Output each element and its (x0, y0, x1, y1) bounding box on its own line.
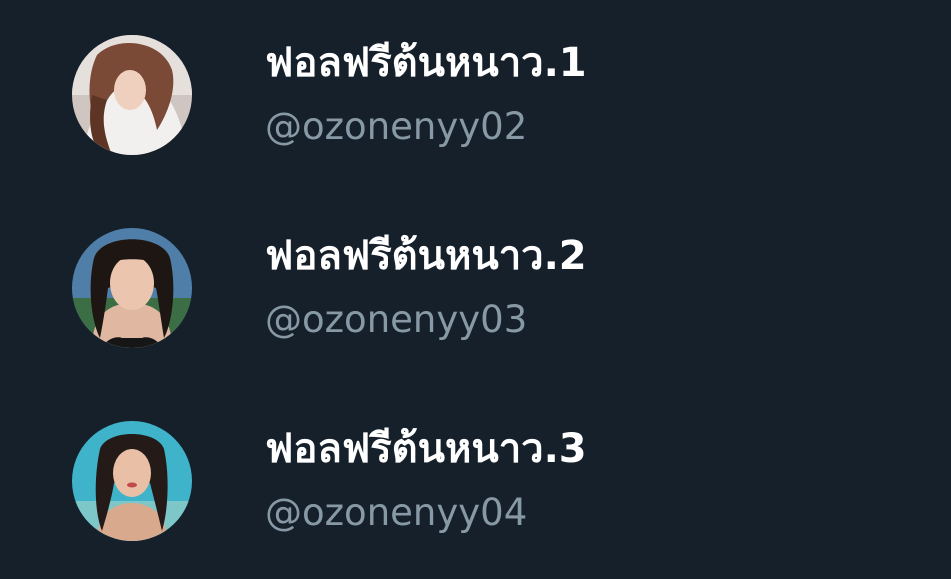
display-name[interactable]: ฟอลฟรีต้นหนาว.1 (265, 41, 587, 85)
avatar[interactable] (72, 421, 192, 541)
username-handle[interactable]: @ozonenyy04 (265, 492, 527, 534)
account-row[interactable]: ฟอลฟรีต้นหนาว.2 @ozonenyy03 (0, 208, 951, 368)
display-name[interactable]: ฟอลฟรีต้นหนาว.2 (265, 234, 587, 278)
profile-photo-icon (72, 228, 192, 348)
profile-photo-icon (72, 421, 192, 541)
account-row[interactable]: ฟอลฟรีต้นหนาว.1 @ozonenyy02 (0, 15, 951, 175)
avatar[interactable] (72, 35, 192, 155)
profile-photo-icon (72, 35, 192, 155)
display-name[interactable]: ฟอลฟรีต้นหนาว.3 (265, 427, 587, 471)
username-handle[interactable]: @ozonenyy03 (265, 299, 527, 341)
account-row[interactable]: ฟอลฟรีต้นหนาว.3 @ozonenyy04 (0, 401, 951, 561)
account-list: ฟอลฟรีต้นหนาว.1 @ozonenyy02 ฟอลฟรีต้นหนา… (0, 0, 951, 579)
avatar[interactable] (72, 228, 192, 348)
username-handle[interactable]: @ozonenyy02 (265, 106, 527, 148)
